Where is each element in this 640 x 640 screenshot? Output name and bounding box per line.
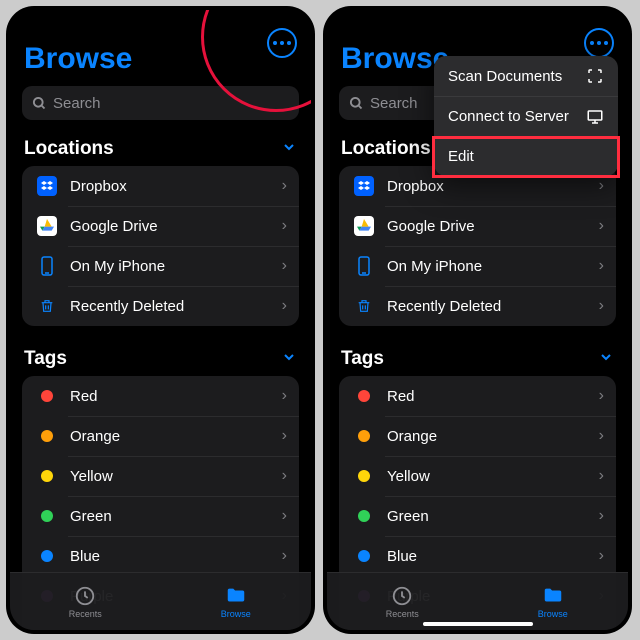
location-deleted[interactable]: Recently Deleted › (22, 286, 299, 326)
chevron-right-icon: › (599, 427, 604, 445)
tag-dot-icon (41, 510, 53, 522)
locations-list: Dropbox › Google Drive › On My iPhone › … (22, 166, 299, 326)
menu-connect-server[interactable]: Connect to Server (434, 96, 618, 136)
google-drive-icon (37, 216, 57, 236)
tag-yellow[interactable]: Yellow› (339, 456, 616, 496)
tab-bar: Recents Browse (10, 572, 311, 630)
chevron-right-icon: › (282, 217, 287, 235)
scan-icon (586, 67, 604, 85)
location-gdrive[interactable]: Google Drive› (339, 206, 616, 246)
iphone-icon (351, 256, 377, 276)
chevron-right-icon: › (282, 387, 287, 405)
search-placeholder: Search (53, 95, 101, 112)
section-locations-header[interactable]: Locations (10, 130, 311, 166)
more-menu: Scan Documents Connect to Server Edit (434, 56, 618, 176)
trash-icon (351, 297, 377, 315)
location-iphone[interactable]: On My iPhone› (339, 246, 616, 286)
section-tags-header[interactable]: Tags (327, 340, 628, 376)
google-drive-icon (354, 216, 374, 236)
tag-green[interactable]: Green› (22, 496, 299, 536)
tab-bar: Recents Browse (327, 572, 628, 630)
iphone-icon (34, 256, 60, 276)
phone-left: Browse Search Locations Dropbox › (6, 6, 315, 634)
tag-dot-icon (41, 470, 53, 482)
tag-dot-icon (358, 510, 370, 522)
menu-edit[interactable]: Edit (434, 136, 618, 176)
tag-red[interactable]: Red› (339, 376, 616, 416)
chevron-right-icon: › (282, 507, 287, 525)
chevron-right-icon: › (282, 547, 287, 565)
more-button[interactable] (584, 28, 614, 58)
chevron-down-icon (281, 349, 297, 370)
locations-list: Dropbox› Google Drive› On My iPhone› Rec… (339, 166, 616, 326)
phone-right: Browse Scan Documents Connect to Server … (323, 6, 632, 634)
tag-orange[interactable]: Orange› (22, 416, 299, 456)
tab-browse[interactable]: Browse (161, 573, 312, 630)
tag-dot-icon (41, 390, 53, 402)
clock-icon (391, 585, 413, 607)
dropbox-icon (37, 176, 57, 196)
tab-recents[interactable]: Recents (10, 573, 161, 630)
chevron-right-icon: › (599, 297, 604, 315)
tag-green[interactable]: Green› (339, 496, 616, 536)
chevron-right-icon: › (599, 257, 604, 275)
tag-dot-icon (358, 470, 370, 482)
page-title: Browse (24, 42, 132, 76)
tag-dot-icon (358, 550, 370, 562)
location-gdrive[interactable]: Google Drive › (22, 206, 299, 246)
chevron-right-icon: › (599, 217, 604, 235)
search-placeholder: Search (370, 95, 418, 112)
chevron-right-icon: › (599, 467, 604, 485)
chevron-right-icon: › (282, 177, 287, 195)
chevron-down-icon (598, 349, 614, 370)
folder-icon (224, 585, 248, 607)
tag-red[interactable]: Red› (22, 376, 299, 416)
search-icon (32, 96, 47, 111)
chevron-right-icon: › (599, 387, 604, 405)
tag-yellow[interactable]: Yellow› (22, 456, 299, 496)
trash-icon (34, 297, 60, 315)
dropbox-icon (354, 176, 374, 196)
tag-dot-icon (41, 430, 53, 442)
clock-icon (74, 585, 96, 607)
chevron-right-icon: › (282, 297, 287, 315)
chevron-down-icon (281, 139, 297, 160)
chevron-right-icon: › (599, 547, 604, 565)
tag-dot-icon (358, 430, 370, 442)
chevron-right-icon: › (599, 177, 604, 195)
chevron-right-icon: › (599, 507, 604, 525)
chevron-right-icon: › (282, 257, 287, 275)
location-deleted[interactable]: Recently Deleted› (339, 286, 616, 326)
search-input[interactable]: Search (22, 86, 299, 120)
tag-orange[interactable]: Orange› (339, 416, 616, 456)
server-icon (586, 108, 604, 126)
tag-blue[interactable]: Blue› (22, 536, 299, 576)
tag-dot-icon (41, 550, 53, 562)
location-dropbox[interactable]: Dropbox › (22, 166, 299, 206)
menu-scan-documents[interactable]: Scan Documents (434, 56, 618, 96)
section-tags-header[interactable]: Tags (10, 340, 311, 376)
folder-icon (541, 585, 565, 607)
chevron-right-icon: › (282, 427, 287, 445)
home-indicator (423, 622, 533, 626)
chevron-right-icon: › (282, 467, 287, 485)
more-button[interactable] (267, 28, 297, 58)
tag-dot-icon (358, 390, 370, 402)
location-iphone[interactable]: On My iPhone › (22, 246, 299, 286)
tag-blue[interactable]: Blue› (339, 536, 616, 576)
search-icon (349, 96, 364, 111)
